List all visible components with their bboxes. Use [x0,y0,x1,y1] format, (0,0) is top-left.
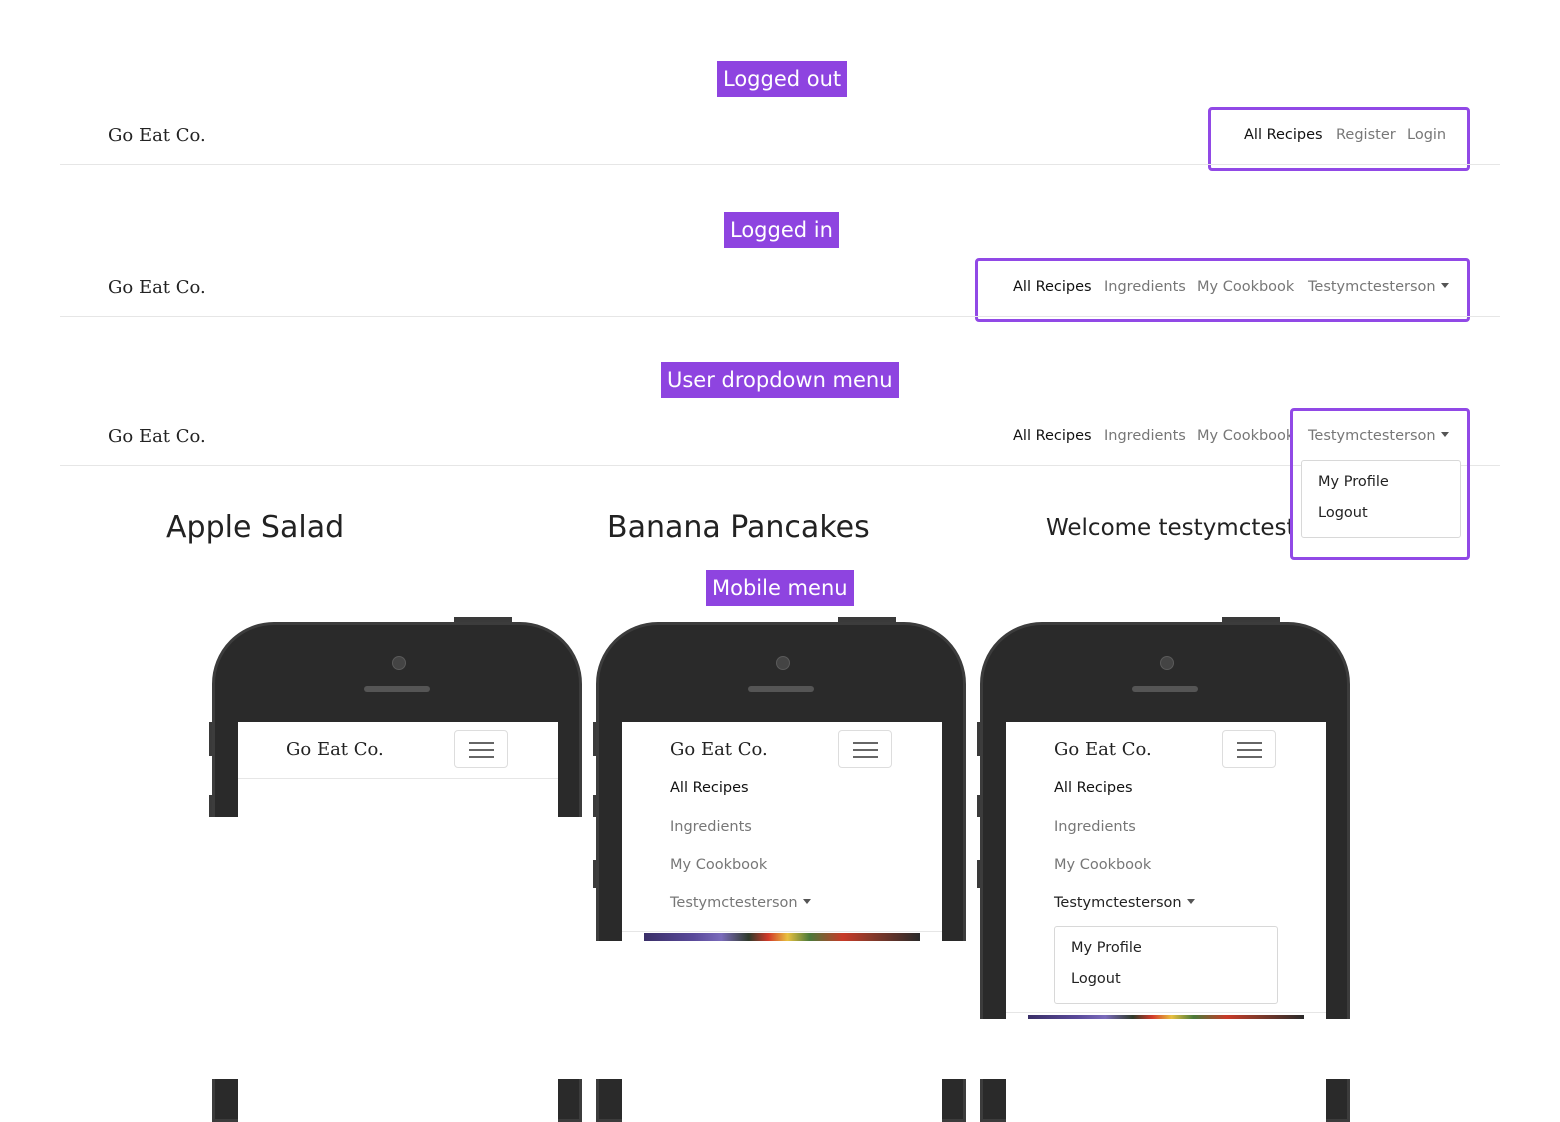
highlight-box-dropdown [1290,408,1470,560]
navbar-divider [1006,1012,1326,1013]
caret-down-icon [802,899,811,904]
highlight-box-logged-in [975,258,1470,322]
nav-ingredients[interactable]: Ingredients [1104,428,1186,444]
mobile-nav-ingredients[interactable]: Ingredients [670,819,752,835]
user-name: Testymctesterson [1054,895,1182,911]
mobile-nav-all-recipes[interactable]: All Recipes [670,780,749,796]
camera-icon [776,656,790,670]
camera-icon [392,656,406,670]
hamburger-menu-icon[interactable] [838,730,892,768]
camera-icon [1160,656,1174,670]
navbar-divider [622,931,942,932]
mobile-nav-user-dropdown[interactable]: Testymctesterson [1054,895,1195,911]
user-dropdown-menu: My Profile Logout [1054,926,1278,1004]
recipe-card-title[interactable]: Apple Salad [166,510,344,545]
nav-all-recipes[interactable]: All Recipes [1013,428,1092,444]
label-logged-in: Logged in [724,212,839,248]
speaker-grille [1132,686,1198,692]
navbar-divider [238,778,558,779]
brand-logo[interactable]: Go Eat Co. [286,739,384,760]
crop-mask [970,1019,1360,1079]
mobile-nav-user-dropdown[interactable]: Testymctesterson [670,895,811,911]
navbar-divider [60,164,1500,165]
brand-logo[interactable]: Go Eat Co. [670,739,768,760]
navbar-divider [60,316,1500,317]
brand-logo[interactable]: Go Eat Co. [108,426,206,447]
mobile-nav-my-cookbook[interactable]: My Cookbook [670,857,767,873]
caret-down-icon [1186,899,1195,904]
highlight-box-logged-out [1208,107,1470,171]
welcome-heading: Welcome testymctesters [1046,515,1290,541]
navbar-divider [60,465,1500,466]
mobile-nav-ingredients[interactable]: Ingredients [1054,819,1136,835]
dropdown-item-logout[interactable]: Logout [1071,971,1121,987]
dropdown-item-my-profile[interactable]: My Profile [1071,940,1142,956]
hamburger-menu-icon[interactable] [1222,730,1276,768]
mobile-nav-my-cookbook[interactable]: My Cookbook [1054,857,1151,873]
user-name: Testymctesterson [670,895,798,911]
crop-mask [200,817,590,1079]
crop-mask [590,941,974,1079]
speaker-grille [364,686,430,692]
brand-logo[interactable]: Go Eat Co. [1054,739,1152,760]
mobile-nav-all-recipes[interactable]: All Recipes [1054,780,1133,796]
recipe-card-title[interactable]: Banana Pancakes [607,510,870,545]
brand-logo[interactable]: Go Eat Co. [108,125,206,146]
label-mobile-menu: Mobile menu [706,570,854,606]
nav-my-cookbook[interactable]: My Cookbook [1197,428,1292,444]
hamburger-menu-icon[interactable] [454,730,508,768]
speaker-grille [748,686,814,692]
label-logged-out: Logged out [717,61,848,97]
brand-logo[interactable]: Go Eat Co. [108,277,206,298]
label-user-dropdown: User dropdown menu [661,362,899,398]
